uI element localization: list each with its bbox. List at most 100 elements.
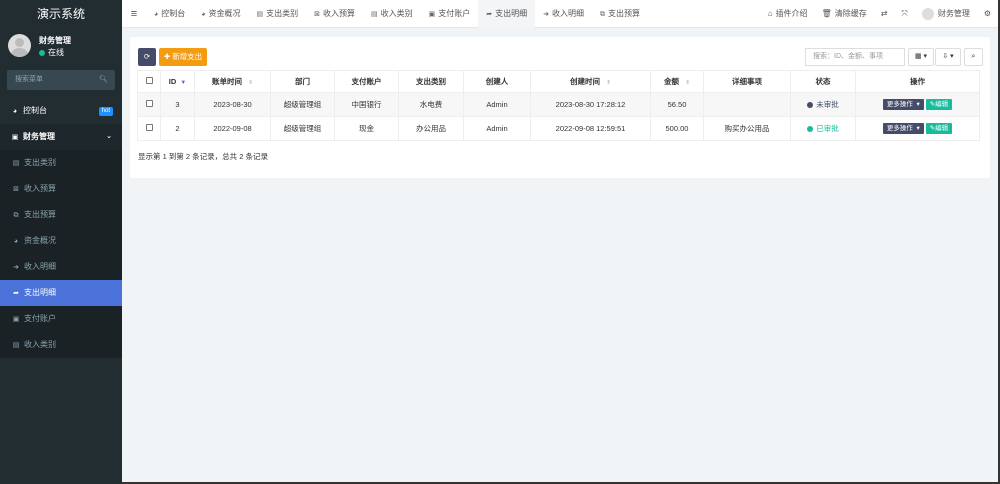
status-dot-icon bbox=[39, 49, 45, 56]
sidebar-item-label: 支付账户 bbox=[24, 314, 56, 323]
sidebar-item-fund-overview[interactable]: ◕ 资金概况 bbox=[0, 228, 122, 254]
sidebar-item-label: 支出类别 bbox=[24, 158, 56, 167]
column-header: 创建人 bbox=[463, 70, 531, 93]
cell-id: 2 bbox=[160, 116, 195, 141]
column-header: 部门 bbox=[270, 70, 335, 93]
sidebar-item-expense-category[interactable]: ▤ 支出类别 bbox=[0, 150, 122, 176]
table-search-input[interactable]: 搜索：ID、金额、事项 bbox=[805, 48, 905, 66]
cell-actions: 更多操作 ▾ ✎编辑 bbox=[855, 92, 980, 117]
user-status: 在线 bbox=[39, 47, 64, 58]
tab-label: 控制台 bbox=[161, 8, 186, 18]
refresh-icon: ⟳ bbox=[143, 52, 151, 61]
select-all-checkbox[interactable] bbox=[137, 70, 161, 93]
edit-button[interactable]: ✎编辑 bbox=[925, 123, 953, 134]
budget-icon: ⊠ bbox=[13, 186, 19, 193]
user-menu-label: 财务管理 bbox=[937, 9, 970, 18]
row-checkbox[interactable] bbox=[137, 92, 161, 117]
sidebar: 演示系统 财务管理 在线 搜索菜单 🔍︎ ◕ 控制台 hot ▣ 财务管理 ⌄ ▤ 支出类别… bbox=[0, 0, 122, 484]
plugins-link[interactable]: ⌂ 插件介绍 bbox=[761, 8, 815, 19]
status-text: 未审批 bbox=[816, 100, 839, 109]
column-label: 金额 bbox=[663, 77, 679, 86]
sidebar-item-label: 收入类别 bbox=[24, 340, 56, 349]
tab-income-category[interactable]: ▤ 收入类别 bbox=[363, 0, 421, 28]
sidebar-item-income-budget[interactable]: ⊠ 收入预算 bbox=[0, 176, 122, 202]
clear-cache-button[interactable]: 🗑︎ 清除缓存 bbox=[815, 8, 874, 19]
sidebar-item-income-detail[interactable]: ➜ 收入明细 bbox=[0, 254, 122, 280]
tab-income-detail[interactable]: ➜ 收入明细 bbox=[535, 0, 592, 28]
cell-dept: 超级管理组 bbox=[270, 116, 335, 141]
sort-icon: ⬍ bbox=[247, 80, 254, 86]
sidebar-item-finance[interactable]: ▣ 财务管理 ⌄ bbox=[0, 124, 122, 150]
sign-in-icon: ➜ bbox=[543, 10, 549, 18]
sidebar-item-label: 资金概况 bbox=[24, 236, 56, 245]
table-row: 2 2022-09-08 超级管理组 现金 办公用品 Admin 2022-09… bbox=[137, 116, 980, 141]
menu-toggle-icon[interactable]: ≡ bbox=[122, 8, 146, 20]
cell-creator: Admin bbox=[463, 92, 531, 117]
export-button[interactable]: ⇩ ▾ bbox=[935, 48, 961, 66]
cell-dept: 超级管理组 bbox=[270, 92, 335, 117]
user-panel: 财务管理 在线 bbox=[0, 32, 122, 68]
tab-expense-category[interactable]: ▤ 支出类别 bbox=[248, 0, 306, 28]
sidebar-item-dashboard[interactable]: ◕ 控制台 hot bbox=[0, 98, 122, 124]
sidebar-item-label: 收入明细 bbox=[24, 262, 56, 271]
column-header: 支出类别 bbox=[398, 70, 464, 93]
cell-actions: 更多操作 ▾ ✎编辑 bbox=[855, 116, 980, 141]
hot-badge: hot bbox=[98, 107, 113, 116]
more-actions-button[interactable]: 更多操作 ▾ bbox=[882, 123, 924, 134]
tab-label: 支付账户 bbox=[438, 8, 471, 18]
column-header: 详细事项 bbox=[703, 70, 791, 93]
sidebar-item-expense-detail[interactable]: ➦ 支出明细 bbox=[0, 280, 122, 306]
column-header[interactable]: 账单时间 ⬍ bbox=[194, 70, 271, 93]
edit-button[interactable]: ✎编辑 bbox=[925, 99, 953, 110]
avatar bbox=[8, 34, 31, 57]
list-icon: ▤ bbox=[12, 160, 20, 167]
more-label: 更多操作 bbox=[886, 101, 913, 108]
cell-date: 2023-08-30 bbox=[194, 92, 271, 117]
sidebar-item-payment-account[interactable]: ▣ 支付账户 bbox=[0, 306, 122, 332]
settings-icon[interactable]: ⚙ bbox=[977, 9, 998, 18]
cell-created: 2023-08-30 17:28:12 bbox=[530, 92, 651, 117]
budget-icon: ⧉ bbox=[13, 212, 19, 219]
language-icon[interactable]: ⇄ bbox=[874, 9, 895, 18]
tab-label: 资金概况 bbox=[208, 8, 241, 18]
sidebar-item-expense-budget[interactable]: ⧉ 支出预算 bbox=[0, 202, 122, 228]
refresh-button[interactable]: ⟳ bbox=[138, 48, 156, 66]
column-label: 账单时间 bbox=[211, 77, 242, 86]
column-header: 状态 bbox=[790, 70, 856, 93]
advanced-search-button[interactable]: ⌕ bbox=[964, 48, 983, 66]
sign-in-icon: ➜ bbox=[13, 264, 19, 271]
user-menu[interactable]: 财务管理 bbox=[915, 7, 977, 20]
column-header[interactable]: 创建时间 ⬍ bbox=[530, 70, 651, 93]
tab-expense-budget[interactable]: ⧉ 支出预算 bbox=[592, 0, 648, 28]
tab-dashboard[interactable]: ◕ 控制台 bbox=[146, 0, 193, 28]
add-expense-button[interactable]: ✚ 新增支出 bbox=[159, 48, 207, 66]
more-actions-button[interactable]: 更多操作 ▾ bbox=[882, 99, 924, 110]
tab-payment-account[interactable]: ▣ 支付账户 bbox=[421, 0, 479, 28]
column-header: 支付账户 bbox=[334, 70, 399, 93]
list-icon: ▤ bbox=[12, 342, 20, 349]
menu-search-input[interactable]: 搜索菜单 🔍︎ bbox=[7, 70, 115, 90]
column-header[interactable]: 金额 ⬍ bbox=[650, 70, 704, 93]
table-row: 3 2023-08-30 超级管理组 中国银行 水电费 Admin 2023-0… bbox=[137, 92, 980, 117]
dashboard-icon: ◕ bbox=[13, 238, 19, 245]
cell-category: 办公用品 bbox=[398, 116, 464, 141]
columns-toggle-button[interactable]: ▦ ▾ bbox=[908, 48, 934, 66]
fullscreen-icon[interactable]: ⤧ bbox=[894, 9, 914, 19]
tab-income-budget[interactable]: ⊠ 收入预算 bbox=[306, 0, 363, 28]
cell-date: 2022-09-08 bbox=[194, 116, 271, 141]
cell-detail bbox=[703, 92, 791, 117]
search-icon[interactable]: 🔍︎ bbox=[99, 70, 108, 90]
sort-icon: ⬍ bbox=[684, 80, 691, 86]
tab-fund-overview[interactable]: ◕ 资金概况 bbox=[193, 0, 248, 28]
sidebar-item-income-category[interactable]: ▤ 收入类别 bbox=[0, 332, 122, 358]
column-header[interactable]: ID ▼ bbox=[160, 70, 195, 93]
cell-amount: 56.50 bbox=[650, 92, 704, 117]
tab-label: 支出预算 bbox=[607, 8, 640, 18]
tab-expense-detail[interactable]: ➦ 支出明细 bbox=[478, 0, 536, 28]
tab-label: 收入预算 bbox=[322, 8, 355, 18]
dashboard-icon: ◕ bbox=[154, 10, 159, 18]
row-checkbox[interactable] bbox=[137, 116, 161, 141]
clear-cache-label: 清除缓存 bbox=[834, 9, 867, 18]
column-label: ID bbox=[168, 77, 177, 86]
dashboard-icon: ◕ bbox=[201, 10, 206, 18]
